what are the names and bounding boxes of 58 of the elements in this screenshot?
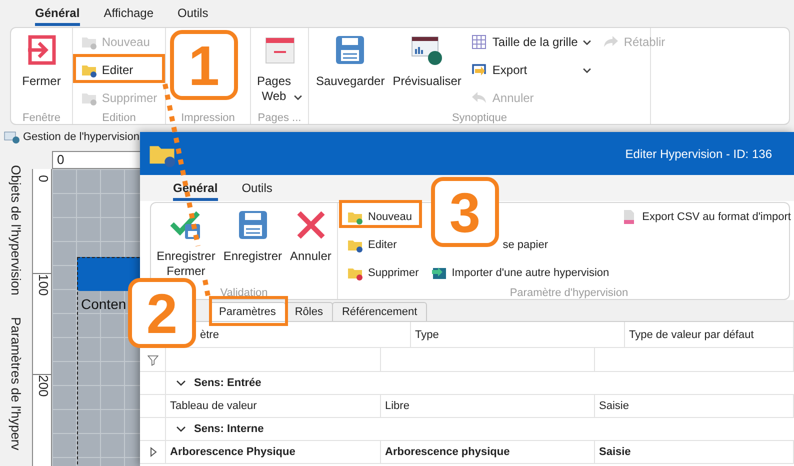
document-tab[interactable]: Gestion de l'hypervision <box>0 129 144 145</box>
ribbon-button[interactable]: Enregistrer <box>219 203 286 264</box>
group-label: Validation <box>219 287 269 299</box>
ribbon-button[interactable]: Editer <box>341 231 403 259</box>
ruler-number: 0 <box>36 174 51 182</box>
filter-icon[interactable] <box>146 354 158 366</box>
ribbon-tab[interactable]: Outils <box>242 175 272 201</box>
column-header[interactable]: ètre <box>200 328 219 340</box>
import-icon <box>430 265 447 281</box>
ruler-number: 0 <box>57 152 64 167</box>
chevron-down-icon[interactable] <box>176 424 186 434</box>
check-disk-icon <box>170 209 202 241</box>
table-cell: Libre <box>385 400 410 412</box>
group-label: Impression <box>180 112 236 124</box>
group-label: Fenêtre <box>22 112 62 124</box>
ribbon-button[interactable]: Export <box>465 56 597 84</box>
column-header[interactable]: Type <box>415 328 439 340</box>
group-label: Edition <box>101 112 137 124</box>
tab[interactable]: Référencement <box>332 302 428 321</box>
ribbon-button[interactable]: Editer <box>74 56 164 84</box>
ribbon-button[interactable]: Nouveau <box>341 203 418 231</box>
step-callout: 1 <box>170 30 238 100</box>
step-callout: 2 <box>128 278 196 348</box>
group-label: Paramètre d'hypervision <box>508 287 630 299</box>
ruler-number: 100 <box>36 274 51 296</box>
ruler-number: 200 <box>36 375 51 397</box>
column-header[interactable]: Type de valeur par défaut <box>629 328 754 340</box>
ribbon-button[interactable]: Taille de la grille <box>465 28 597 56</box>
ribbon-button[interactable]: Export CSV au format d'import <box>615 203 794 231</box>
ribbon-button[interactable]: Fermer <box>18 28 65 89</box>
exit-icon <box>25 34 58 66</box>
table-cell: Saisie <box>599 446 631 458</box>
app-icon <box>4 129 20 145</box>
ribbon-button[interactable]: se papier <box>500 231 554 259</box>
export-icon <box>471 62 488 78</box>
side-panel-tab[interactable]: Paramètres de l'hyperv <box>8 317 24 451</box>
step-callout: 3 <box>431 177 499 247</box>
tab[interactable]: Paramètres <box>209 302 286 321</box>
grid-icon <box>471 34 488 50</box>
ribbon-button[interactable]: Supprimer <box>341 259 425 287</box>
expand-triangle-icon[interactable] <box>148 447 158 457</box>
ribbon-button[interactable]: Sauvegarder <box>312 28 389 89</box>
window-title: Editer Hypervision - ID: 136 <box>625 146 773 160</box>
cross-icon <box>294 209 327 241</box>
ribbon-button[interactable]: Importer d'une autre hypervision <box>424 259 616 287</box>
table-cell: Saisie <box>599 400 629 412</box>
block-label: Conten <box>81 296 126 312</box>
group-label: Pages ... <box>256 112 302 124</box>
side-panel-tab[interactable]: Objets de l'hypervision <box>8 165 24 296</box>
chevron-down-icon[interactable] <box>176 378 186 388</box>
group-label: Synoptique <box>450 112 508 124</box>
table-cell: Arborescence physique <box>385 446 510 458</box>
ribbon-button[interactable]: Pages Web <box>252 28 306 104</box>
ribbon-tab[interactable]: Outils <box>178 0 208 26</box>
ribbon-tab[interactable]: Affichage <box>104 0 154 26</box>
ribbon-button[interactable]: Annuler <box>286 203 336 264</box>
ribbon-button[interactable]: Prévisualiser <box>388 28 466 89</box>
screen-chart-icon <box>411 34 444 66</box>
